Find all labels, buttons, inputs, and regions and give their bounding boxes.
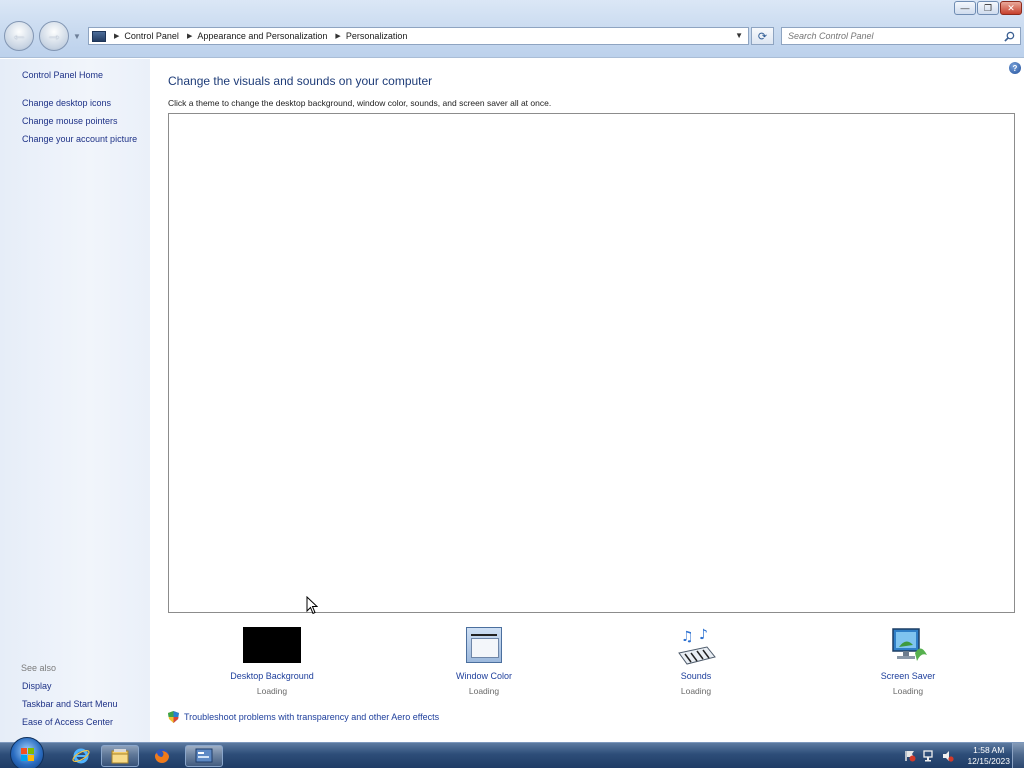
start-button[interactable]: [10, 737, 44, 768]
desktop-background-link[interactable]: Desktop Background: [212, 671, 332, 681]
help-icon[interactable]: ?: [1009, 62, 1021, 74]
screen-saver-link[interactable]: Screen Saver: [848, 671, 968, 681]
sidebar-link-mouse-pointers[interactable]: Change mouse pointers: [22, 116, 118, 126]
volume-muted-icon[interactable]: [942, 750, 955, 762]
desktop-background-status: Loading: [256, 686, 288, 696]
address-dropdown-icon[interactable]: ▼: [735, 31, 743, 40]
window-caption-buttons: — ❐ ✕: [954, 1, 1022, 15]
sidebar-link-desktop-icons[interactable]: Change desktop icons: [22, 98, 111, 108]
screen-saver-status: Loading: [892, 686, 924, 696]
troubleshoot-link[interactable]: Troubleshoot problems with transparency …: [168, 711, 439, 723]
window-color-icon: [455, 627, 513, 665]
screen-saver-icon: [879, 627, 937, 665]
internet-explorer-icon: [72, 748, 90, 764]
sounds-tile[interactable]: ♫ ♪ Sounds Loading: [636, 627, 756, 696]
sidebar: Control Panel Home Change desktop icons …: [0, 59, 150, 742]
taskbar-internet-explorer[interactable]: [62, 745, 100, 767]
desktop-background-icon: [243, 627, 301, 665]
sidebar-link-control-panel-home[interactable]: Control Panel Home: [22, 70, 103, 80]
search-icon[interactable]: [1004, 31, 1015, 42]
sounds-icon: ♫ ♪: [667, 627, 725, 665]
svg-text:♫: ♫: [681, 629, 694, 645]
breadcrumb-personalization[interactable]: Personalization: [346, 31, 408, 41]
maximize-button[interactable]: ❐: [977, 1, 999, 15]
page-subtitle: Click a theme to change the desktop back…: [168, 98, 552, 108]
breadcrumb-control-panel[interactable]: Control Panel: [124, 31, 179, 41]
taskbar: 1:58 AM 12/15/2023: [0, 737, 1024, 768]
window-color-tile[interactable]: Window Color Loading: [424, 627, 544, 696]
breadcrumb-separator-icon[interactable]: ▶: [114, 32, 119, 40]
recent-pages-dropdown[interactable]: ▼: [73, 32, 81, 41]
main-content: ? Change the visuals and sounds on your …: [150, 59, 1024, 742]
screen-saver-tile[interactable]: Screen Saver Loading: [848, 627, 968, 696]
action-center-flag-icon[interactable]: [904, 750, 916, 762]
svg-text:♪: ♪: [699, 627, 708, 643]
troubleshoot-text[interactable]: Troubleshoot problems with transparency …: [184, 712, 439, 722]
network-icon[interactable]: [923, 750, 935, 762]
address-bar[interactable]: ▶ Control Panel ▶ Appearance and Persona…: [88, 27, 749, 45]
close-button[interactable]: ✕: [1000, 1, 1022, 15]
breadcrumb-separator-icon[interactable]: ▶: [335, 32, 340, 40]
taskbar-windows-explorer[interactable]: [101, 745, 139, 767]
system-tray: 1:58 AM 12/15/2023: [904, 743, 1010, 768]
refresh-button[interactable]: ⟳: [751, 27, 774, 45]
sidebar-link-ease-of-access[interactable]: Ease of Access Center: [22, 717, 113, 727]
breadcrumb-separator-icon[interactable]: ▶: [187, 32, 192, 40]
sounds-link[interactable]: Sounds: [636, 671, 756, 681]
back-button[interactable]: ←: [4, 21, 34, 51]
see-also-heading: See also: [21, 663, 57, 673]
sidebar-link-taskbar[interactable]: Taskbar and Start Menu: [22, 699, 118, 709]
taskbar-control-panel[interactable]: [185, 745, 223, 767]
window-color-status: Loading: [468, 686, 500, 696]
firefox-icon: [155, 749, 169, 763]
breadcrumb-appearance[interactable]: Appearance and Personalization: [197, 31, 327, 41]
desktop-background-tile[interactable]: Desktop Background Loading: [212, 627, 332, 696]
minimize-button[interactable]: —: [954, 1, 976, 15]
show-desktop-button[interactable]: [1012, 743, 1024, 768]
sounds-status: Loading: [680, 686, 712, 696]
sidebar-link-display[interactable]: Display: [22, 681, 52, 691]
control-panel-icon: [92, 30, 106, 42]
control-panel-taskbar-icon: [195, 748, 213, 763]
mouse-cursor-icon: [306, 596, 318, 615]
search-input[interactable]: [788, 31, 998, 41]
taskbar-firefox[interactable]: [143, 745, 181, 767]
page-title: Change the visuals and sounds on your co…: [168, 74, 433, 88]
forward-arrow-icon: →: [46, 27, 62, 44]
windows-logo-icon: [21, 748, 34, 761]
folder-icon: [111, 749, 129, 764]
clock-date: 12/15/2023: [967, 756, 1010, 766]
shield-icon: [168, 711, 179, 723]
sidebar-link-account-picture[interactable]: Change your account picture: [22, 134, 137, 144]
window-color-link[interactable]: Window Color: [424, 671, 544, 681]
clock[interactable]: 1:58 AM 12/15/2023: [967, 745, 1010, 767]
forward-button[interactable]: →: [39, 21, 69, 51]
refresh-icon: ⟳: [757, 30, 768, 43]
search-box[interactable]: [781, 27, 1021, 45]
theme-list[interactable]: [168, 113, 1015, 613]
window-titlebar: — ❐ ✕ ← → ▼ ▶ Control Panel ▶ Appearance…: [0, 0, 1024, 58]
clock-time: 1:58 AM: [973, 745, 1005, 755]
back-arrow-icon: ←: [11, 27, 27, 44]
